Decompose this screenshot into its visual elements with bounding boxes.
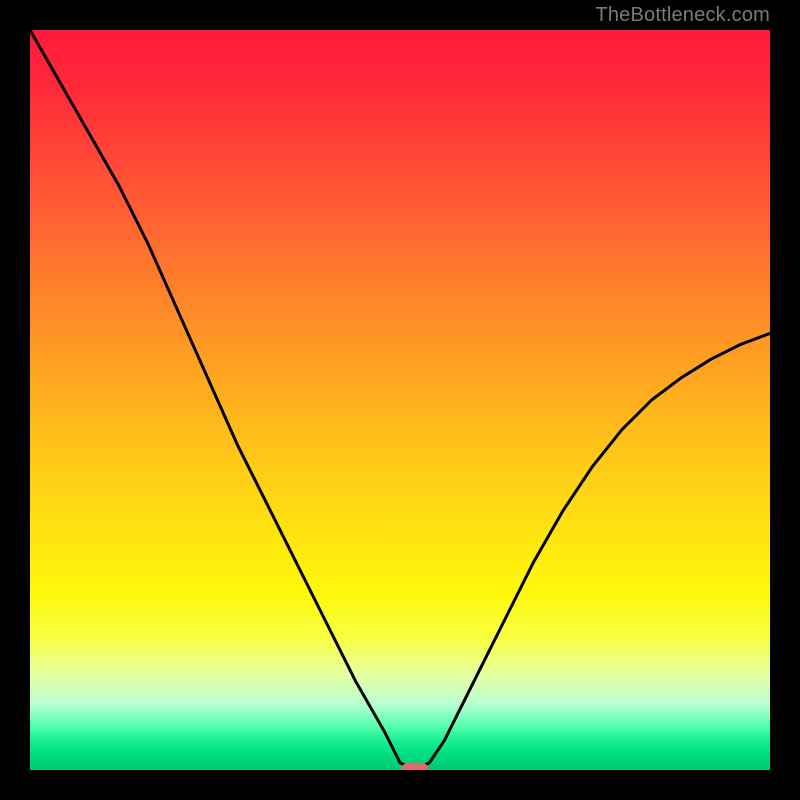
watermark-text: TheBottleneck.com <box>595 4 770 27</box>
plot-area <box>30 30 770 770</box>
bottleneck-curve <box>30 30 770 770</box>
chart-frame: TheBottleneck.com <box>0 0 800 800</box>
bottleneck-marker <box>401 763 429 770</box>
